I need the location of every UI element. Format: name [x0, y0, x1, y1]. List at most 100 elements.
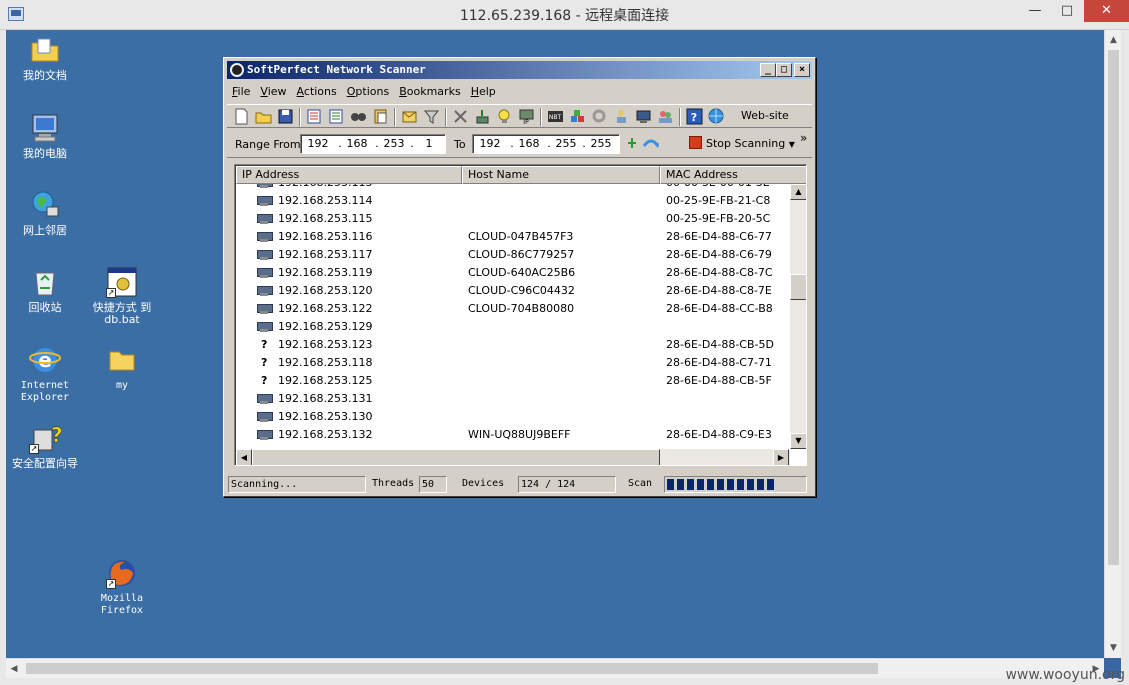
dropdown-arrow-icon[interactable]: ▼ [789, 140, 795, 149]
cell-ip-address: 192.168.253.114 [278, 194, 373, 207]
ip-tools-icon[interactable]: IP [518, 108, 535, 126]
table-row[interactable]: 192.168.253.120 CLOUD-C96C04432 28-6E-D4-8… [236, 282, 790, 300]
scroll-left-arrow[interactable]: ◀ [236, 449, 252, 465]
table-row[interactable]: 192.168.253.140 [236, 444, 790, 447]
svg-text:NBT: NBT [549, 114, 562, 121]
table-row[interactable]: 192.168.253.116 CLOUD-047B457F3 28-6E-D4-8… [236, 228, 790, 246]
toolbar-overflow-chevron[interactable]: » [800, 131, 807, 145]
table-row[interactable]: 192.168.253.131 [236, 390, 790, 408]
progress-segment [667, 479, 674, 490]
close-button[interactable]: ✕ [1084, 0, 1129, 22]
cell-mac-address: 28-6E-D4-88-C8-7C [666, 266, 773, 279]
app-maximize-button[interactable]: □ [776, 63, 792, 77]
cell-ip-address: 192.168.253.132 [278, 428, 373, 441]
cell-ip-address: 192.168.253.131 [278, 392, 373, 405]
scroll-up-arrow[interactable]: ▲ [1105, 32, 1122, 48]
app-minimize-button[interactable]: _ [760, 63, 776, 77]
table-row[interactable]: 192.168.253.115 00-25-9E-FB-20-5C [236, 210, 790, 228]
range-from-input[interactable]: 192 . 168 . 253 . 1 [300, 134, 446, 154]
range-to-input[interactable]: 192 . 168 . 255 . 255 [472, 134, 620, 154]
desktop-icon-internet-explorer[interactable]: e Internet Explorer [7, 344, 83, 404]
maximize-button[interactable]: □ [1051, 0, 1083, 22]
new-icon[interactable] [233, 108, 250, 125]
table-row[interactable]: 192.168.253.129 [236, 318, 790, 336]
minimize-button[interactable]: — [1019, 0, 1051, 22]
website-link[interactable]: Web-site [741, 109, 789, 122]
list-horizontal-scrollbar[interactable]: ◀ ▶ [236, 449, 790, 465]
table-row[interactable]: ? 192.168.253.125 28-6E-D4-88-CB-5F [236, 372, 790, 390]
desktop-icon-my-computer[interactable]: 我的电脑 [7, 112, 83, 160]
scroll-right-arrow[interactable]: ▶ [773, 449, 789, 465]
column-ip-address[interactable]: IP Address [236, 166, 462, 184]
shares-icon[interactable] [569, 108, 586, 125]
desktop-icon-firefox[interactable]: ↗ Mozilla Firefox [84, 557, 160, 617]
bulb-icon[interactable] [496, 108, 513, 125]
devices-label: Devices [462, 478, 505, 489]
rdp-title-bar: 112.65.239.168 - 远程桌面连接 — □ ✕ [0, 0, 1129, 30]
tools-icon[interactable] [452, 108, 469, 125]
desktop-icon-network[interactable]: 网上邻居 [7, 189, 83, 237]
globe-icon[interactable] [708, 108, 725, 125]
rdp-vertical-scrollbar[interactable]: ▲ ▼ [1104, 30, 1121, 658]
scroll-down-arrow[interactable]: ▼ [790, 433, 806, 449]
column-mac-address[interactable]: MAC Address [660, 166, 806, 184]
copy-icon[interactable] [372, 108, 389, 125]
users-icon[interactable] [657, 108, 674, 125]
scroll-thumb[interactable] [790, 274, 806, 300]
cell-mac-address: 28-6E-D4-88-C6-77 [666, 230, 772, 243]
refresh-range-icon[interactable] [642, 136, 660, 155]
table-row[interactable]: 192.168.253.113 00-00-3E-00-01-3E [236, 184, 790, 192]
open-icon[interactable] [255, 108, 272, 125]
help-icon[interactable]: ? [686, 108, 703, 125]
desktop-icon-label: 快捷方式 到 db.bat [92, 301, 152, 326]
scroll-thumb[interactable] [252, 449, 660, 465]
filter-icon[interactable] [423, 108, 440, 125]
list-vertical-scrollbar[interactable]: ▲ ▼ [790, 184, 806, 449]
table-row[interactable]: 192.168.253.119 CLOUD-640AC25B6 28-6E-D4-8… [236, 264, 790, 282]
scroll-thumb[interactable] [1108, 50, 1119, 565]
progress-segment [687, 479, 694, 490]
find-icon[interactable] [350, 108, 367, 125]
menu-view[interactable]: View [255, 82, 291, 102]
table-row[interactable]: 192.168.253.132 WIN-UQ88UJ9BEFF 28-6E-D4-8… [236, 426, 790, 444]
menu-options[interactable]: Options [342, 82, 394, 102]
desktop-icon-label: my [115, 380, 129, 391]
desktop-icon-db-bat-shortcut[interactable]: ↗ 快捷方式 到 db.bat [84, 266, 160, 326]
app-close-button[interactable]: × [794, 63, 810, 77]
table-row[interactable]: 192.168.253.114 00-25-9E-FB-21-C8 [236, 192, 790, 210]
scroll-down-arrow[interactable]: ▼ [1105, 640, 1122, 656]
computer-icon [257, 304, 273, 314]
desktop-icon-label: Internet Explorer [20, 380, 70, 403]
rdp-horizontal-scrollbar[interactable]: ◀ ▶ [6, 658, 1104, 678]
scroll-left-arrow[interactable]: ◀ [6, 659, 22, 679]
table-row[interactable]: 192.168.253.130 [236, 408, 790, 426]
stop-scanning-button[interactable]: Stop Scanning ▼ [689, 136, 795, 150]
mail-icon[interactable] [401, 108, 418, 125]
menu-help[interactable]: Help [466, 82, 501, 102]
collapse-tree-icon[interactable] [328, 108, 345, 125]
table-row[interactable]: ? 192.168.253.123 28-6E-D4-88-CB-5D [236, 336, 790, 354]
desktop-icon-security-wizard[interactable]: ? ↗ 安全配置向导 [7, 422, 83, 470]
table-row[interactable]: 192.168.253.117 CLOUD-86C779257 28-6E-D4-8… [236, 246, 790, 264]
save-icon[interactable] [277, 108, 294, 125]
menu-bar: File View Actions Options Bookmarks Help [227, 82, 812, 102]
menu-bookmarks[interactable]: Bookmarks [394, 82, 465, 102]
unknown-device-icon: ? [261, 356, 268, 369]
add-range-icon[interactable] [627, 137, 637, 152]
table-row[interactable]: 192.168.253.122 CLOUD-704B80080 28-6E-D4-8… [236, 300, 790, 318]
nbt-icon[interactable]: NBT [547, 108, 564, 125]
desktop-icon-my-documents[interactable]: 我的文档 [7, 34, 83, 82]
download-icon[interactable] [474, 108, 491, 125]
column-host-name[interactable]: Host Name [462, 166, 660, 184]
scroll-up-arrow[interactable]: ▲ [790, 184, 806, 200]
menu-actions[interactable]: Actions [292, 82, 342, 102]
desktop-icon-recycle-bin[interactable]: 回收站 [7, 266, 83, 314]
settings-icon[interactable] [591, 108, 608, 125]
table-row[interactable]: ? 192.168.253.118 28-6E-D4-88-C7-71 [236, 354, 790, 372]
user-icon[interactable] [613, 108, 630, 125]
expand-tree-icon[interactable] [306, 108, 323, 125]
scroll-thumb[interactable] [26, 663, 878, 674]
menu-file[interactable]: File [227, 82, 255, 102]
desktop-icon-my-folder[interactable]: my [84, 344, 160, 392]
remote-shutdown-icon[interactable] [635, 108, 652, 125]
